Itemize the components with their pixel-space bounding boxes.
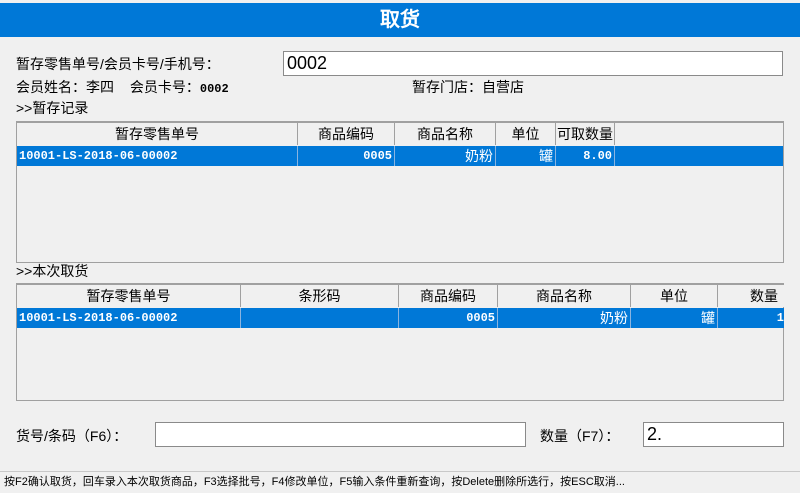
- cell-unit: 罐: [496, 146, 556, 166]
- store-label: 暂存门店：: [412, 79, 482, 95]
- search-label: 暂存零售单号/会员卡号/手机号：: [16, 56, 220, 72]
- window-title: 取货: [0, 3, 800, 37]
- status-bar: 按F2确认取货，回车录入本次取货商品，F3选择批号，F4修改单位，F5输入条件重…: [0, 471, 800, 493]
- quantity-input[interactable]: [643, 422, 784, 447]
- barcode-input[interactable]: [155, 422, 526, 447]
- col-code[interactable]: 商品编码: [399, 285, 498, 307]
- current-section-title: >>本次取货: [16, 263, 89, 279]
- held-records-table[interactable]: 暂存零售单号 商品编码 商品名称 单位 可取数量 10001-LS-2018-0…: [16, 121, 784, 263]
- member-card-label: 会员卡号：: [129, 79, 200, 95]
- col-extra: [615, 123, 783, 145]
- cell-code: 0005: [298, 146, 395, 166]
- cell-qty: 1: [776, 311, 784, 325]
- cell-order: 10001-LS-2018-06-00002: [17, 146, 298, 166]
- member-name-label: 会员姓名：: [16, 79, 86, 95]
- member-name: 李四: [86, 79, 114, 95]
- cell-order: 10001-LS-2018-06-00002: [17, 308, 241, 328]
- cell-code: 0005: [399, 308, 498, 328]
- store-name: 自营店: [482, 79, 524, 95]
- col-qty[interactable]: 数量: [718, 285, 784, 307]
- col-unit[interactable]: 单位: [631, 285, 718, 307]
- current-pickup-table[interactable]: 暂存零售单号 条形码 商品编码 商品名称 单位 数量 10001-LS-2018…: [16, 283, 784, 401]
- cell-unit: 罐: [631, 308, 718, 328]
- col-order[interactable]: 暂存零售单号: [17, 123, 298, 145]
- col-order[interactable]: 暂存零售单号: [17, 285, 241, 307]
- store-info: 暂存门店：自营店: [412, 77, 524, 97]
- col-unit[interactable]: 单位: [496, 123, 556, 145]
- held-section-title: >>暂存记录: [16, 100, 89, 116]
- member-info: 会员姓名：李四 会员卡号：0002: [16, 77, 229, 97]
- cell-qty: 8.00: [556, 146, 615, 166]
- member-card: 0002: [199, 82, 229, 96]
- table-header: 暂存零售单号 条形码 商品编码 商品名称 单位 数量: [17, 285, 784, 307]
- col-code[interactable]: 商品编码: [298, 123, 395, 145]
- table-row[interactable]: 10001-LS-2018-06-00002 0005 奶粉 罐 1: [17, 308, 784, 328]
- col-name[interactable]: 商品名称: [498, 285, 631, 307]
- table-header: 暂存零售单号 商品编码 商品名称 单位 可取数量: [17, 123, 783, 145]
- col-name[interactable]: 商品名称: [395, 123, 496, 145]
- cell-name: 奶粉: [395, 146, 496, 166]
- cell-extra: [615, 146, 783, 166]
- table-row[interactable]: 10001-LS-2018-06-00002 0005 奶粉 罐 8.00: [17, 146, 783, 166]
- quantity-label: 数量（F7）：: [540, 428, 620, 444]
- barcode-label: 货号/条码（F6）：: [16, 428, 128, 444]
- search-input[interactable]: [283, 51, 783, 76]
- cell-barcode: [241, 308, 399, 328]
- col-available-qty[interactable]: 可取数量: [556, 123, 615, 145]
- col-barcode[interactable]: 条形码: [241, 285, 399, 307]
- cell-name: 奶粉: [498, 308, 631, 328]
